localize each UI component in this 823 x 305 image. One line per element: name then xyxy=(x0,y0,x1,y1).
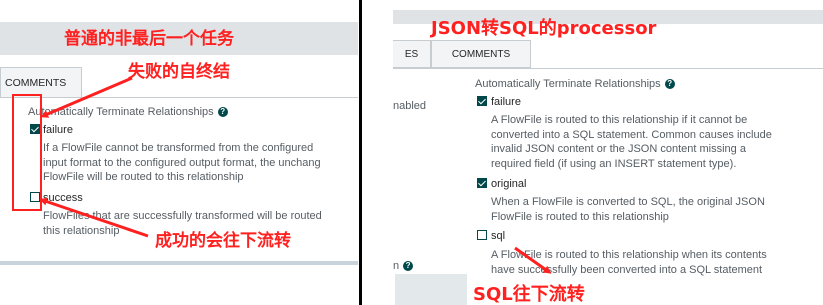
arrow-to-failure-checkbox xyxy=(40,76,133,118)
right-processor-panel: ES COMMENTS nabled n? Automatically Term… xyxy=(363,0,823,305)
arrow-to-success-checkbox xyxy=(39,197,149,238)
left-processor-panel: COMMENTS Automatically Terminate Relatio… xyxy=(0,0,358,305)
arrow-to-sql-relationship xyxy=(514,246,552,274)
annotation-arrows xyxy=(39,76,149,238)
panel-divider xyxy=(359,0,362,305)
annotation-arrows xyxy=(514,246,552,274)
